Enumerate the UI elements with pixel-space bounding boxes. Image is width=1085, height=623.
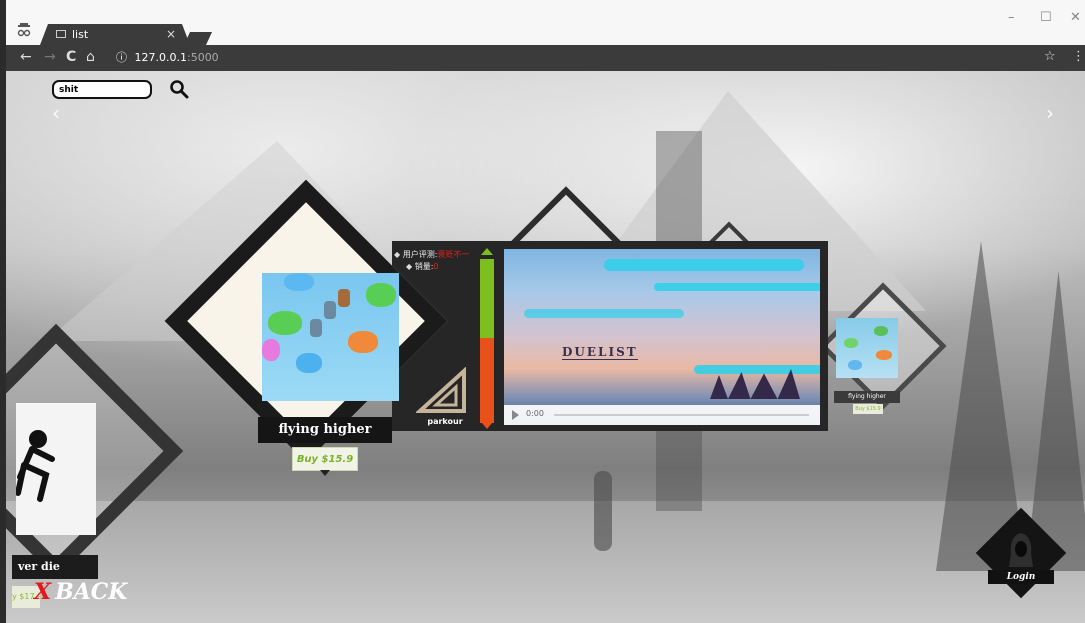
- game-store-page: ‹ › ver die y $17.9 flying higher Buy $1…: [0, 71, 1085, 623]
- back-label: BACK: [55, 579, 128, 605]
- video-logo: DUELIST: [562, 345, 638, 360]
- video-controls: 0:00: [504, 405, 820, 425]
- background-figure: [594, 471, 612, 551]
- carousel-next-icon[interactable]: ›: [1046, 101, 1054, 125]
- maximize-button[interactable]: ☐: [1040, 10, 1052, 25]
- video-progress-bar[interactable]: [554, 414, 809, 416]
- game-card-left-title: ver die: [12, 555, 98, 579]
- rating-bar-up-icon: [481, 248, 493, 255]
- hero-character: [310, 319, 322, 337]
- stickman-runner-icon: [15, 430, 55, 502]
- url-port: :5000: [186, 51, 219, 64]
- sales-line: ◆ 销量:0: [406, 261, 439, 272]
- parkour-genre-icon: [416, 367, 466, 413]
- background-ground: [6, 501, 1085, 623]
- game-card-right-art[interactable]: [836, 318, 898, 378]
- browser-tab[interactable]: list ×: [40, 24, 190, 45]
- game-card-right-title: flying higher: [834, 391, 900, 403]
- game-card-left-art[interactable]: [15, 403, 96, 535]
- play-icon[interactable]: [512, 410, 519, 420]
- search-input[interactable]: [52, 80, 152, 99]
- back-x-icon: X: [34, 579, 52, 605]
- rating-label: 用户评测:: [402, 250, 438, 259]
- browser-toolbar: ← → C ⌂ ⓘ 127.0.0.1:5000 ☆ ⋮: [0, 45, 1085, 71]
- video-time: 0:00: [526, 409, 544, 418]
- bookmark-star-icon[interactable]: ☆: [1044, 49, 1056, 64]
- rating-value: 褒贬不一: [437, 250, 470, 259]
- featured-game-art[interactable]: [262, 273, 399, 401]
- sales-value: 0: [433, 262, 439, 271]
- browser-menu-icon[interactable]: ⋮: [1072, 49, 1085, 64]
- new-tab-button[interactable]: [184, 32, 212, 45]
- rating-bar-down-icon: [482, 423, 492, 429]
- genre-label: parkour: [427, 417, 463, 426]
- rating-bar-negative: [480, 338, 494, 423]
- hooded-avatar-icon: [1009, 533, 1033, 567]
- login-button[interactable]: Login: [988, 570, 1054, 584]
- featured-buy-button[interactable]: Buy $15.9: [292, 447, 358, 471]
- hero-character: [324, 301, 336, 319]
- page-favicon-icon: [56, 30, 66, 38]
- tab-close-icon[interactable]: ×: [166, 27, 176, 41]
- search-icon[interactable]: [169, 79, 189, 99]
- site-info-icon[interactable]: ⓘ: [116, 51, 127, 64]
- hero-character: [338, 289, 350, 307]
- rating-bar-positive: [480, 259, 494, 338]
- rating-bar: [480, 259, 494, 423]
- sales-label: 销量:: [414, 262, 434, 271]
- incognito-icon: [17, 23, 31, 37]
- back-nav-button[interactable]: ←: [20, 49, 32, 65]
- trailer-video[interactable]: DUELIST: [504, 249, 820, 425]
- url-host: 127.0.0.1: [134, 51, 187, 64]
- carousel-prev-icon[interactable]: ‹: [52, 101, 60, 125]
- featured-game-title: flying higher: [258, 417, 392, 443]
- home-button[interactable]: ⌂: [86, 49, 95, 65]
- minimize-button[interactable]: –: [1008, 10, 1015, 25]
- browser-tabstrip: list × – ☐ ✕: [0, 0, 1085, 45]
- diamond-bullet-icon: ◆: [406, 262, 415, 271]
- close-window-button[interactable]: ✕: [1070, 10, 1081, 25]
- back-button[interactable]: X BACK: [34, 579, 127, 609]
- game-card-right-buy-button[interactable]: Buy $15.9: [853, 404, 883, 414]
- reload-button[interactable]: C: [66, 49, 76, 65]
- buy-pointer: [320, 470, 330, 476]
- address-bar[interactable]: ⓘ 127.0.0.1:5000: [116, 49, 1056, 67]
- forward-nav-button[interactable]: →: [44, 49, 56, 65]
- diamond-bullet-icon: ◆: [394, 250, 403, 259]
- rating-line: ◆ 用户评测:褒贬不一: [394, 249, 469, 260]
- tab-title: list: [72, 28, 89, 41]
